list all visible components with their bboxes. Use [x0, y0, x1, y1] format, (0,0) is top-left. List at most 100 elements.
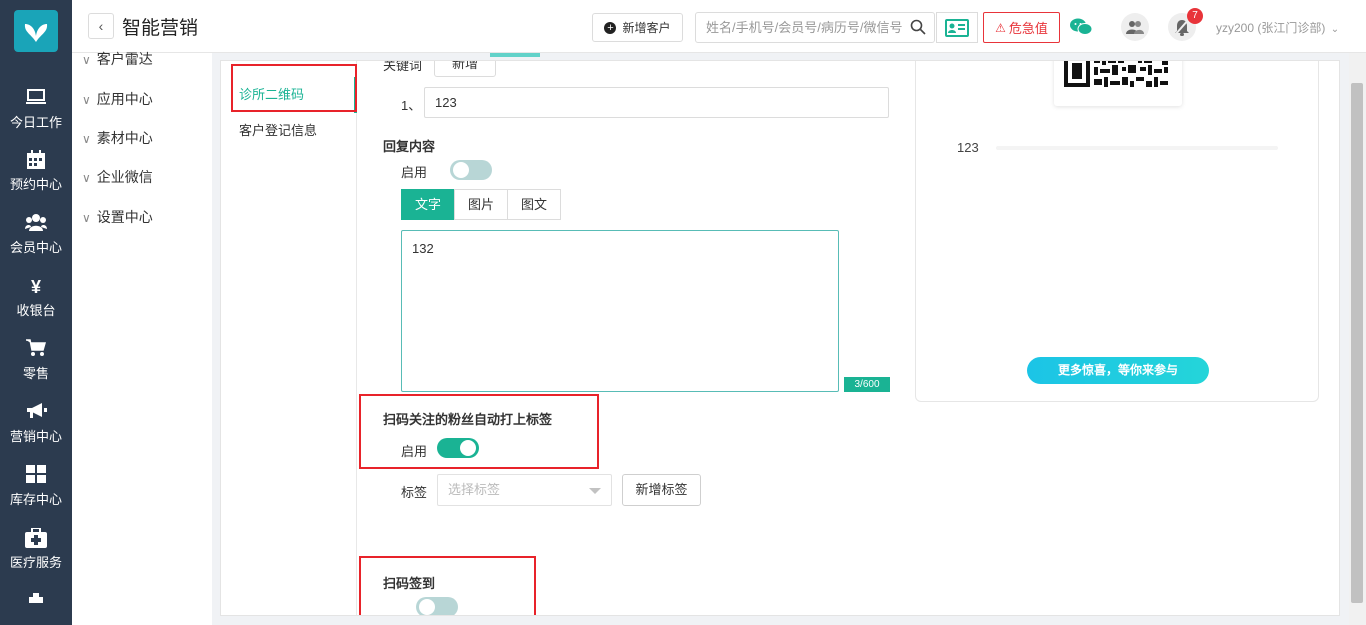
nav-item-label: 今日工作 — [9, 115, 62, 130]
nav-item-members[interactable]: 会员中心 — [0, 213, 72, 273]
chevron-down-icon: ∨ — [82, 132, 91, 146]
nav-item-cashier[interactable]: ¥ 收银台 — [0, 276, 72, 336]
main-panel: 诊所二维码 客户登记信息 关键词 新增 1、 123 回复内容 启用 文字 图片… — [220, 60, 1340, 616]
reply-enable-label: 启用 — [401, 165, 428, 180]
danger-value-button[interactable]: ⚠ 危急值 — [983, 12, 1060, 43]
tag-label: 标签 — [401, 485, 428, 500]
nav-item-medical[interactable]: 医疗服务 — [0, 527, 72, 588]
submenu-item-label: 设置中心 — [96, 209, 153, 225]
submenu-item-wecom[interactable]: ∨ 企业微信 — [82, 167, 153, 187]
wechat-button[interactable] — [1067, 13, 1095, 41]
qr-code-icon — [1064, 61, 1168, 87]
calendar-icon — [0, 150, 72, 172]
tag-select-placeholder: 选择标签 — [448, 482, 501, 497]
active-tab-indicator — [490, 53, 540, 57]
add-keyword-button[interactable]: 新增 — [434, 61, 496, 77]
medkit-icon — [0, 527, 72, 550]
page-title: 智能营销 — [122, 18, 199, 39]
top-header: ‹ 智能营销 + 新增客户 ⚠ 危急值 7 yzy200 (张江门诊部) ⌄ — [72, 0, 1366, 53]
id-card-button[interactable] — [936, 12, 978, 43]
app-logo[interactable] — [14, 10, 58, 52]
plus-circle-icon: + — [604, 21, 617, 34]
nav-item-appointments[interactable]: 预约中心 — [0, 150, 72, 210]
keyword-field-label: 关键词 — [383, 60, 423, 73]
danger-value-label: 危急值 — [1008, 21, 1048, 36]
more-icon — [0, 590, 72, 612]
submenu-item-material-center[interactable]: ∨ 素材中心 — [82, 128, 153, 148]
cart-icon — [0, 339, 72, 361]
settings-subtabs: 诊所二维码 客户登记信息 — [221, 61, 357, 615]
reply-content-title: 回复内容 — [383, 139, 436, 154]
user-group-button[interactable] — [1121, 13, 1149, 41]
toggle-knob — [453, 162, 469, 178]
reply-type-tabs: 文字 图片 图文 — [401, 189, 561, 220]
nav-item-more[interactable] — [0, 590, 72, 625]
search-box[interactable] — [695, 12, 935, 43]
nav-item-label: 营销中心 — [9, 429, 62, 444]
search-icon[interactable] — [910, 19, 926, 38]
nav-item-marketing[interactable]: 营销中心 — [0, 402, 72, 462]
nav-item-inventory[interactable]: 库存中心 — [0, 465, 72, 525]
qr-code-card — [1054, 61, 1182, 106]
submenu-item-customer-radar[interactable]: ∨ 客户雷达 — [82, 49, 153, 69]
scrollbar-thumb[interactable] — [1351, 83, 1363, 603]
reply-enable-toggle[interactable] — [450, 160, 492, 180]
preview-divider — [996, 146, 1278, 150]
submenu-item-app-center[interactable]: ∨ 应用中心 — [82, 89, 153, 109]
user-menu[interactable]: yzy200 (张江门诊部) ⌄ — [1216, 19, 1339, 36]
search-input[interactable] — [696, 13, 906, 42]
new-customer-label: 新增客户 — [622, 21, 671, 35]
new-customer-button[interactable]: + 新增客户 — [592, 13, 683, 42]
tag-select[interactable]: 选择标签 — [437, 474, 612, 506]
reply-tab-news[interactable]: 图文 — [507, 189, 561, 220]
add-tag-button[interactable]: 新增标签 — [622, 474, 701, 506]
reply-text-area[interactable]: 132 — [401, 230, 839, 392]
butterfly-logo-icon — [24, 24, 48, 42]
more-surprises-button[interactable]: 更多惊喜，等你来参与 — [1027, 357, 1209, 384]
chevron-down-icon: ∨ — [82, 53, 91, 67]
highlight-box-checkin — [359, 556, 536, 615]
highlight-box-auto-tag — [359, 394, 599, 469]
id-card-icon — [945, 18, 969, 37]
left-nav: 今日工作 预约中心 会员中心 ¥ 收银台 零售 营销中心 库存中心 医疗服务 — [0, 0, 72, 625]
nav-item-label: 会员中心 — [9, 240, 62, 255]
submenu: ∨ 客户雷达 ∨ 应用中心 ∨ 素材中心 ∨ 企业微信 ∨ 设置中心 — [72, 51, 212, 625]
nav-item-retail[interactable]: 零售 — [0, 339, 72, 399]
submenu-item-label: 素材中心 — [96, 130, 153, 146]
back-button[interactable]: ‹ — [88, 13, 114, 39]
nav-item-label: 收银台 — [16, 303, 56, 318]
subtab-customer-registration[interactable]: 客户登记信息 — [221, 113, 357, 149]
highlight-box-qrcode-tab — [231, 64, 357, 112]
monitor-icon — [0, 88, 72, 110]
keyword-input[interactable]: 123 — [424, 87, 889, 118]
nav-item-today-work[interactable]: 今日工作 — [0, 88, 72, 148]
chevron-down-icon: ∨ — [82, 211, 91, 225]
reply-tab-text[interactable]: 文字 — [401, 189, 455, 220]
user-group-icon — [1126, 21, 1144, 34]
nav-item-label: 库存中心 — [9, 492, 62, 507]
preview-keyword: 123 — [957, 140, 979, 155]
wechat-icon — [1070, 18, 1092, 35]
submenu-item-label: 企业微信 — [96, 169, 153, 185]
nav-item-label: 零售 — [22, 366, 49, 381]
submenu-item-label: 客户雷达 — [96, 51, 153, 67]
yen-icon: ¥ — [30, 277, 41, 297]
nav-item-label: 预约中心 — [9, 177, 62, 192]
chevron-down-icon: ⌄ — [1330, 24, 1340, 35]
notification-badge: 7 — [1187, 8, 1203, 24]
megaphone-icon — [0, 402, 72, 424]
submenu-item-settings[interactable]: ∨ 设置中心 — [82, 207, 153, 227]
keyword-index: 1、 — [401, 98, 422, 113]
users-icon — [0, 213, 72, 235]
warning-icon: ⚠ — [995, 20, 1006, 35]
chevron-down-icon: ∨ — [82, 171, 91, 185]
submenu-item-label: 应用中心 — [96, 91, 153, 107]
char-counter: 3/600 — [844, 377, 890, 392]
preview-panel: 123 更多惊喜，等你来参与 — [915, 61, 1319, 402]
nav-item-label: 医疗服务 — [9, 555, 62, 570]
chevron-left-icon: ‹ — [98, 18, 104, 34]
chevron-down-icon: ∨ — [82, 93, 91, 107]
reply-tab-image[interactable]: 图片 — [454, 189, 508, 220]
caret-down-icon — [589, 488, 601, 494]
user-name: yzy200 (张江门诊部) — [1216, 21, 1326, 35]
